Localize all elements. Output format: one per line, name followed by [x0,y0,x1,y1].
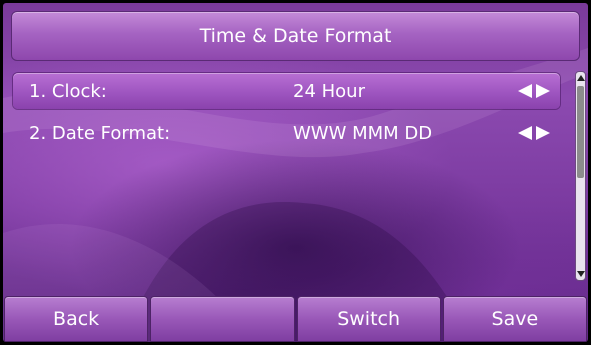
menu-item-clock[interactable]: 1. Clock: 24 Hour [13,73,560,109]
menu-item-value: WWW MMM DD [293,122,433,144]
value-switcher[interactable] [518,126,550,140]
switch-button[interactable]: Switch [296,296,441,342]
page-title: Time & Date Format [199,25,392,47]
scroll-thumb[interactable] [577,86,584,178]
arrow-right-icon[interactable] [536,84,550,98]
menu-item-value: 24 Hour [293,80,365,102]
arrow-right-icon[interactable] [536,126,550,140]
scroll-up-icon[interactable] [577,75,585,81]
scroll-down-icon[interactable] [577,271,585,277]
scrollbar[interactable] [575,71,586,281]
menu-item-date-format[interactable]: 2. Date Format: WWW MMM DD [13,115,560,151]
empty-softkey[interactable] [150,296,295,342]
value-switcher[interactable] [518,84,550,98]
save-button[interactable]: Save [442,296,587,342]
phone-screen: Time & Date Format 1. Clock: 24 Hour 2. … [3,3,588,342]
menu-item-label: 2. Date Format: [29,122,171,144]
arrow-left-icon[interactable] [518,84,532,98]
menu-item-label: 1. Clock: [29,80,107,102]
back-button[interactable]: Back [4,296,149,342]
arrow-left-icon[interactable] [518,126,532,140]
title-bar: Time & Date Format [11,11,580,61]
softkey-bar: Back Switch Save [3,296,588,342]
